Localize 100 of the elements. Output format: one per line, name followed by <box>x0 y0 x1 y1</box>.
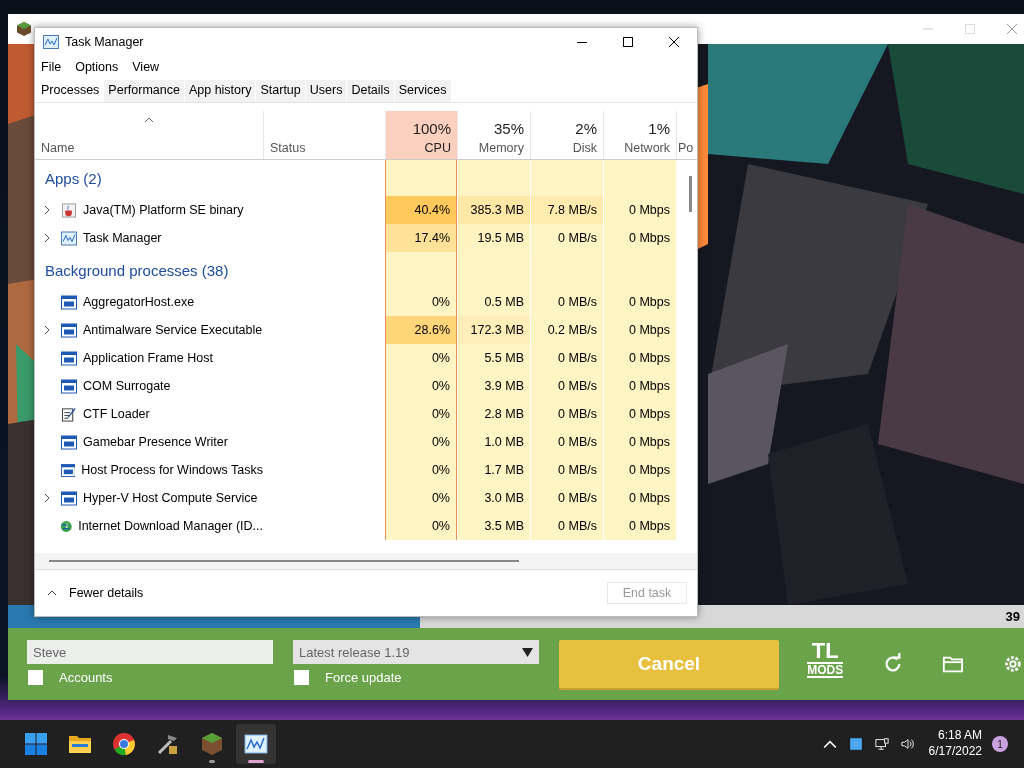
usage-cell: 0 MB/s <box>530 288 603 316</box>
caret-icon[interactable] <box>522 647 533 657</box>
globe-icon <box>59 518 73 534</box>
usage-cell: 0 MB/s <box>530 344 603 372</box>
fewer-details-link[interactable]: Fewer details <box>69 586 144 600</box>
process-name[interactable]: Gamebar Presence Writer <box>83 435 228 449</box>
notepad-pen-icon <box>61 406 77 422</box>
usage-cell: 28.6% <box>385 316 457 344</box>
coffee-cup-icon <box>61 202 77 218</box>
network-icon[interactable] <box>874 737 889 751</box>
window-title: Task Manager <box>65 35 144 49</box>
usage-cell: 0% <box>385 428 457 456</box>
process-name[interactable]: Task Manager <box>83 231 162 245</box>
checkbox-label: Accounts <box>59 670 113 685</box>
chevron-icon[interactable] <box>44 493 50 503</box>
chevron-icon[interactable] <box>44 205 50 215</box>
usage-cell: 0 Mbps <box>603 344 676 372</box>
window-icon <box>61 294 77 310</box>
process-name[interactable]: Application Frame Host <box>83 351 213 365</box>
usage-cell: 0% <box>385 512 457 540</box>
checkbox-label: Force update <box>325 670 402 685</box>
grass-block-icon[interactable] <box>200 732 224 756</box>
window-icon <box>61 378 77 394</box>
chevron-icon[interactable] <box>44 233 50 243</box>
usage-cell: 0 MB/s <box>530 484 603 512</box>
tab[interactable]: Performance <box>104 80 185 102</box>
tab[interactable]: Services <box>394 80 452 102</box>
usage-cell: 19.5 MB <box>457 224 530 252</box>
window-icon <box>61 350 77 366</box>
menu-item[interactable]: Options <box>75 60 119 74</box>
chevron-up-icon[interactable] <box>47 590 57 596</box>
usage-cell: 0 Mbps <box>603 456 676 484</box>
column-header[interactable]: Po <box>676 111 697 159</box>
usage-cell: 0 Mbps <box>603 196 676 224</box>
process-name[interactable]: Java(TM) Platform SE binary <box>83 203 244 217</box>
running-indicator <box>248 760 264 763</box>
usage-cell: 0% <box>385 372 457 400</box>
clock[interactable]: 6:18 AM 6/17/2022 <box>928 728 982 760</box>
force-update-checkbox[interactable] <box>294 670 309 685</box>
process-name[interactable]: AggregatorHost.exe <box>83 295 195 309</box>
chart-icon <box>43 35 59 49</box>
usage-cell: 0% <box>385 400 457 428</box>
process-name[interactable]: Internet Download Manager (ID... <box>78 519 263 533</box>
usage-cell: 0 Mbps <box>603 372 676 400</box>
tab[interactable]: App history <box>184 80 257 102</box>
usage-cell: 0% <box>385 344 457 372</box>
table-cell <box>385 160 457 196</box>
usage-cell: 0 MB/s <box>530 428 603 456</box>
status-reading: 39 <box>1005 609 1021 624</box>
process-name[interactable]: Host Process for Windows Tasks <box>81 463 263 477</box>
usage-cell: 7.8 MB/s <box>530 196 603 224</box>
browser-icon[interactable] <box>112 732 136 756</box>
usage-cell: 0 Mbps <box>603 428 676 456</box>
usage-cell: 1.0 MB <box>457 428 530 456</box>
tools-icon[interactable] <box>156 732 180 756</box>
chart-icon <box>61 230 77 246</box>
process-name[interactable]: Hyper-V Host Compute Service <box>83 491 258 505</box>
column-header[interactable]: 100% CPU <box>385 111 457 159</box>
usage-cell: 0 MB/s <box>530 224 603 252</box>
process-name[interactable]: Antimalware Service Executable <box>83 323 263 337</box>
usage-cell: 0.2 MB/s <box>530 316 603 344</box>
tab[interactable]: Startup <box>256 80 306 102</box>
chart-icon[interactable] <box>244 732 268 756</box>
usage-cell: 40.4% <box>385 196 457 224</box>
usage-cell: 0 Mbps <box>603 400 676 428</box>
speaker-icon[interactable] <box>900 737 915 751</box>
window-icon <box>60 462 76 478</box>
notification-badge[interactable]: 1 <box>992 736 1008 752</box>
usage-cell: 0.5 MB <box>457 288 530 316</box>
usage-cell: 17.4% <box>385 224 457 252</box>
usage-cell: 5.5 MB <box>457 344 530 372</box>
start-icon[interactable] <box>24 732 48 756</box>
menu-item[interactable]: View <box>132 60 160 74</box>
usage-cell: 2.8 MB <box>457 400 530 428</box>
usage-cell: 0% <box>385 288 457 316</box>
usage-cell: 0 MB/s <box>530 512 603 540</box>
scrollbar-thumb[interactable] <box>689 176 692 212</box>
usage-cell: 3.5 MB <box>457 512 530 540</box>
usage-cell: 0 Mbps <box>603 512 676 540</box>
scrollbar-thumb[interactable] <box>49 560 519 562</box>
table-cell <box>385 252 457 288</box>
usage-cell: 3.0 MB <box>457 484 530 512</box>
tab[interactable]: Details <box>347 80 395 102</box>
process-name[interactable]: COM Surrogate <box>83 379 171 393</box>
usage-cell: 0 Mbps <box>603 484 676 512</box>
usage-cell: 1.7 MB <box>457 456 530 484</box>
menu-item[interactable]: File <box>41 60 62 74</box>
window-icon <box>61 434 77 450</box>
username-field[interactable]: Steve <box>27 640 273 664</box>
version-dropdown[interactable]: Latest release 1.19 <box>293 640 539 664</box>
tab[interactable]: Users <box>305 80 348 102</box>
window-icon <box>61 490 77 506</box>
process-name[interactable]: CTF Loader <box>83 407 150 421</box>
usage-cell: 385.3 MB <box>457 196 530 224</box>
square-icon[interactable] <box>848 737 863 751</box>
usage-cell: 0 MB/s <box>530 372 603 400</box>
usage-cell: 0% <box>385 484 457 512</box>
chevron-icon[interactable] <box>44 325 50 335</box>
accounts-checkbox[interactable] <box>28 670 43 685</box>
cube-icon <box>16 21 32 37</box>
